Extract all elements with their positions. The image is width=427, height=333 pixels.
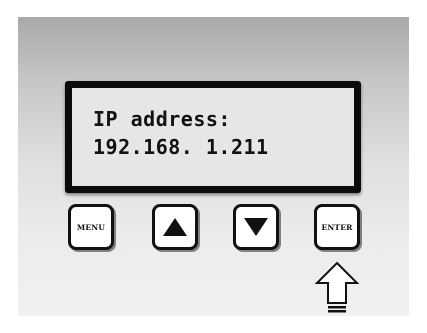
lcd-line-2: 192.168. 1.211	[93, 135, 269, 159]
enter-button[interactable]: ENTER	[314, 204, 360, 250]
triangle-up-icon	[162, 216, 188, 238]
lcd-display: IP address: 192.168. 1.211	[65, 81, 361, 193]
up-arrow-button[interactable]	[152, 204, 198, 250]
outline-arrow-up-icon	[314, 261, 360, 313]
enter-button-label: ENTER	[321, 222, 353, 232]
menu-button-label: MENU	[76, 222, 106, 232]
lcd-line-1: IP address:	[93, 107, 231, 131]
menu-button[interactable]: MENU	[68, 204, 114, 250]
device-front-panel: IP address: 192.168. 1.211 MENU ENTER	[18, 17, 409, 316]
triangle-down-icon	[243, 216, 269, 238]
down-arrow-button[interactable]	[233, 204, 279, 250]
device-figure: IP address: 192.168. 1.211 MENU ENTER	[0, 0, 427, 333]
